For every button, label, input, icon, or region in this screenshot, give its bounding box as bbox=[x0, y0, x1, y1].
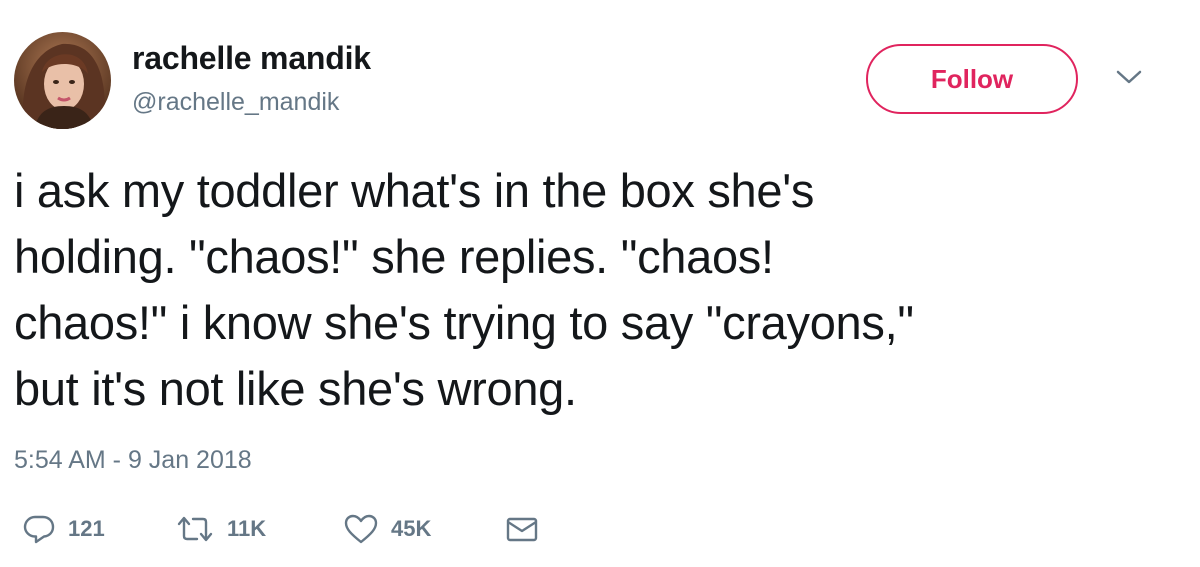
retweet-icon bbox=[177, 516, 213, 542]
reply-icon bbox=[23, 515, 55, 544]
retweet-count: 11K bbox=[227, 516, 267, 541]
tweet-card: rachelle mandik @rachelle_mandik Follow … bbox=[0, 0, 1200, 567]
chevron-down-icon[interactable] bbox=[1114, 66, 1144, 88]
direct-message-button[interactable] bbox=[505, 505, 539, 553]
tweet-text-line: i ask my toddler what's in the box she's bbox=[14, 164, 815, 217]
heart-icon bbox=[344, 514, 378, 544]
tweet-text-line: holding. "chaos!" she replies. "chaos! bbox=[14, 230, 774, 283]
author-name[interactable]: rachelle mandik bbox=[132, 40, 371, 77]
reply-count: 121 bbox=[68, 516, 105, 541]
like-button[interactable]: 45K bbox=[343, 505, 431, 553]
reply-button[interactable]: 121 bbox=[22, 505, 105, 553]
envelope-icon bbox=[506, 517, 538, 542]
avatar[interactable] bbox=[14, 32, 111, 129]
author-handle[interactable]: @rachelle_mandik bbox=[132, 88, 339, 117]
tweet-text-line: but it's not like she's wrong. bbox=[14, 362, 577, 415]
tweet-actions: 121 11K 45K bbox=[0, 505, 600, 553]
avatar-image bbox=[14, 32, 111, 129]
tweet-text-line: chaos!" i know she's trying to say "cray… bbox=[14, 296, 914, 349]
follow-button[interactable]: Follow bbox=[866, 44, 1078, 114]
retweet-button[interactable]: 11K bbox=[175, 505, 266, 553]
tweet-timestamp[interactable]: 5:54 AM - 9 Jan 2018 bbox=[14, 446, 252, 475]
tweet-text: i ask my toddler what's in the box she's… bbox=[14, 158, 1174, 422]
like-count: 45K bbox=[391, 516, 432, 541]
